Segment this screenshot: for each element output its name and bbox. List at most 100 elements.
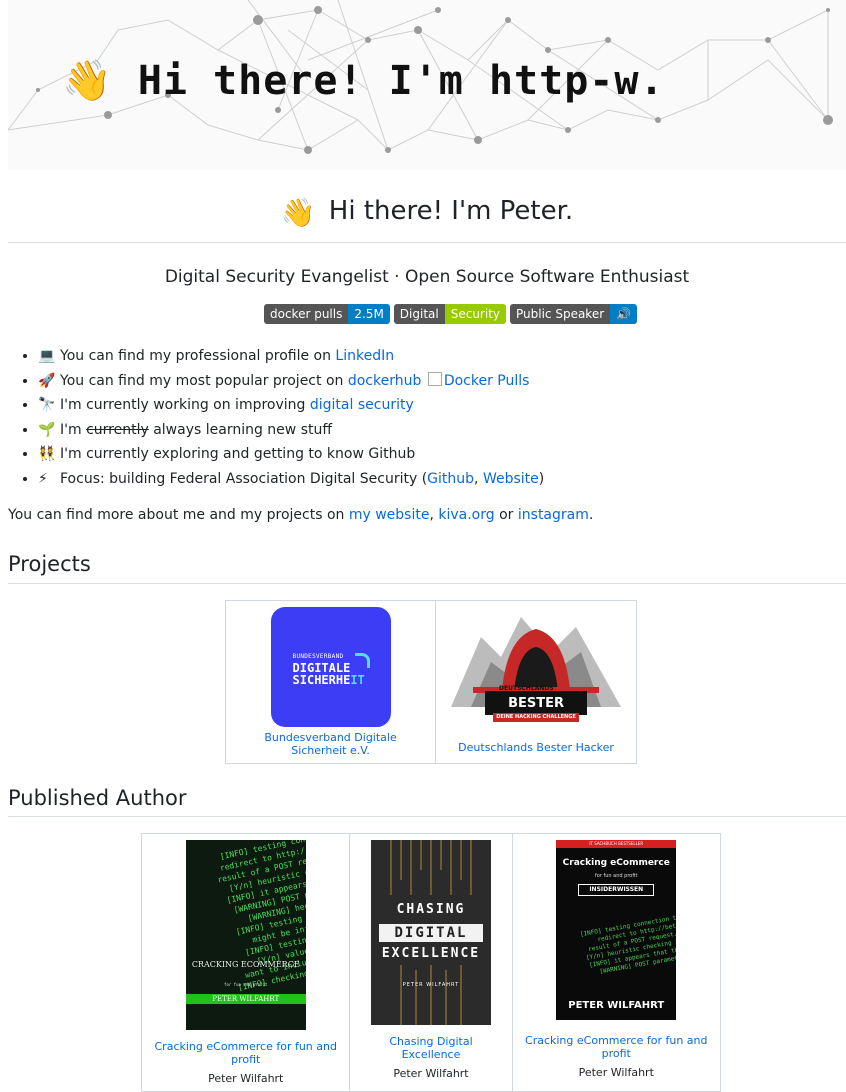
- separator: ,: [474, 470, 483, 487]
- public-speaker-badge[interactable]: Public Speaker 🔊: [510, 304, 638, 324]
- book-author: Peter Wilfahrt: [393, 1067, 469, 1080]
- book-author: Peter Wilfahrt: [578, 1066, 654, 1079]
- list-item-text: always learning new stuff: [148, 421, 332, 438]
- logo-text: BESTER HACKER: [485, 691, 588, 737]
- book-cell: IT SACHBUCH BESTSELLER Cracking eCommerc…: [511, 833, 721, 1092]
- book-author: Peter Wilfahrt: [208, 1072, 284, 1085]
- digital-security-badge[interactable]: Digital Security: [393, 304, 506, 324]
- logo-arc-icon: [354, 653, 370, 668]
- code-pattern: [INFO] testing connection to target redi…: [579, 913, 677, 976]
- linkedin-link[interactable]: LinkedIn: [335, 348, 394, 364]
- docker-pulls-image-link[interactable]: Docker Pulls: [426, 371, 530, 389]
- website-link[interactable]: Website: [483, 471, 539, 487]
- logo-text: BUNDESVERBAND: [292, 653, 344, 660]
- kiva-link[interactable]: kiva.org: [438, 507, 494, 523]
- book-caption: Chasing Digital Excellence: [389, 1035, 473, 1061]
- waving-hand-icon: 👋: [62, 58, 112, 104]
- badge-label: Public Speaker: [510, 304, 611, 324]
- cover-subtitle: for fun and profit: [224, 982, 268, 987]
- logo-text: DEINE HACKING CHALLENGE: [493, 713, 580, 722]
- logo-text-part: IT: [350, 673, 365, 687]
- cover-title: CHASING: [396, 902, 466, 917]
- broken-image-icon: [427, 371, 442, 386]
- image-alt-text: Docker Pulls: [443, 372, 530, 389]
- instagram-link[interactable]: instagram: [518, 507, 589, 523]
- about-list: 💻You can find my professional profile on…: [8, 344, 838, 491]
- book-caption: Cracking eCommerce for fun and profit: [525, 1034, 708, 1060]
- list-item-text: I'm currently exploring and getting to k…: [60, 446, 416, 462]
- book-cell: CHASING DIGITAL EXCELLENCE PETER WILFAHR…: [349, 833, 513, 1092]
- divider: [8, 242, 846, 243]
- typing-text: Hi there! I'm http-w.: [137, 58, 665, 104]
- project-caption: Deutschlands Bester Hacker: [458, 741, 614, 754]
- page-title-text: Hi there! I'm Peter.: [328, 196, 574, 226]
- cover-title: Cracking eCommerce: [562, 858, 670, 868]
- digital-security-link[interactable]: digital security: [310, 397, 414, 413]
- cover-title: CRACKING ECOMMERCE: [191, 960, 300, 969]
- cover-banner: IT SACHBUCH BESTSELLER: [556, 840, 677, 848]
- paragraph-text: You can find more about me and my projec…: [8, 507, 349, 523]
- waving-hand-icon: 👋: [280, 196, 316, 229]
- book-caption: Cracking eCommerce for fun and profit: [154, 1040, 337, 1066]
- bds-logo: BUNDESVERBAND DIGITALE SICHERHEIT: [270, 607, 391, 727]
- divider: [8, 583, 846, 584]
- more-info-paragraph: You can find more about me and my projec…: [8, 507, 593, 523]
- badge-value: 2.5M: [348, 304, 390, 324]
- cover-title: DIGITAL: [378, 924, 483, 942]
- book-cover: IT SACHBUCH BESTSELLER Cracking eCommerc…: [556, 840, 677, 1020]
- laptop-icon: 💻: [38, 348, 56, 364]
- book-cover: CHASING DIGITAL EXCELLENCE PETER WILFAHR…: [370, 840, 491, 1025]
- book-link-cracking-ecommerce[interactable]: [INFO] testing connection redirect to ht…: [154, 840, 337, 1066]
- book-link-chasing-digital-excellence[interactable]: CHASING DIGITAL EXCELLENCE PETER WILFAHR…: [362, 840, 499, 1061]
- book-cover: [INFO] testing connection redirect to ht…: [185, 840, 306, 1030]
- seedling-icon: 🌱: [38, 421, 56, 438]
- books-table: [INFO] testing connection redirect to ht…: [140, 833, 721, 1092]
- paragraph-text: or: [494, 507, 518, 523]
- telescope-icon: 🔭: [38, 397, 56, 413]
- projects-heading: Projects: [8, 552, 91, 576]
- tagline: Digital Security Evangelist · Open Sourc…: [164, 267, 690, 287]
- cover-tag: INSIDERWISSEN: [578, 884, 655, 896]
- cover-title: EXCELLENCE: [381, 946, 481, 961]
- speaker-icon: 🔊: [610, 304, 638, 324]
- bds-project-link[interactable]: BUNDESVERBAND DIGITALE SICHERHEIT Bundes…: [238, 607, 423, 757]
- cover-author: PETER WILFAHRT: [568, 1000, 665, 1011]
- project-caption: Bundesverband Digitale Sicherheit e.V.: [264, 731, 397, 757]
- badge-label: docker pulls: [264, 304, 349, 324]
- people-icon: 👯: [38, 446, 56, 462]
- projects-table: BUNDESVERBAND DIGITALE SICHERHEIT Bundes…: [224, 600, 637, 764]
- page-title: 👋 Hi there! I'm Peter.: [8, 196, 846, 229]
- badge-row: docker pulls 2.5M Digital Security Publi…: [264, 304, 638, 324]
- cover-subtitle: for fun and profit: [595, 873, 638, 879]
- lightning-icon: ⚡: [38, 470, 48, 487]
- project-cell: DEUTSCHLANDS BESTER HACKER DEINE HACKING…: [435, 600, 637, 764]
- project-cell: BUNDESVERBAND DIGITALE SICHERHEIT Bundes…: [224, 600, 437, 764]
- my-website-link[interactable]: my website: [349, 507, 430, 523]
- divider: [8, 816, 846, 817]
- docker-pulls-badge[interactable]: docker pulls 2.5M: [264, 304, 390, 324]
- struck-text: currently: [86, 421, 149, 438]
- header-banner: 👋 Hi there! I'm http-w.: [8, 0, 846, 170]
- logo-text-part: SICHERHE: [292, 673, 351, 687]
- github-link[interactable]: Github: [427, 471, 474, 487]
- paragraph-text: .: [588, 507, 594, 523]
- rocket-icon: 🚀: [38, 372, 56, 389]
- typing-headline: 👋 Hi there! I'm http-w.: [62, 56, 665, 106]
- list-item-text: I'm currently working on improving: [60, 397, 310, 413]
- code-pattern: [INFO] testing connection redirect to ht…: [216, 840, 306, 993]
- cover-author: PETER WILFAHRT: [185, 994, 306, 1004]
- list-item-text: You can find my most popular project on: [60, 372, 348, 389]
- list-item-text: ): [538, 470, 545, 487]
- author-heading: Published Author: [8, 786, 187, 810]
- list-item-text: Focus: building Federal Association Digi…: [60, 470, 428, 487]
- list-item-text: I'm: [60, 421, 87, 438]
- dbh-project-link[interactable]: DEUTSCHLANDS BESTER HACKER DEINE HACKING…: [448, 607, 624, 754]
- book-link-cracking-ecommerce-2[interactable]: IT SACHBUCH BESTSELLER Cracking eCommerc…: [525, 840, 709, 1060]
- book-cell: [INFO] testing connection redirect to ht…: [140, 833, 351, 1092]
- list-item-text: You can find my professional profile on: [60, 348, 336, 364]
- list-item: ⚡ Focus: building Federal Association Dig…: [38, 467, 838, 492]
- list-item: 🌱I'm currently always learning new stuff: [38, 418, 838, 443]
- badge-label: Digital: [393, 304, 445, 324]
- dockerhub-link[interactable]: dockerhub: [348, 373, 422, 389]
- logo-text: SICHERHEIT: [293, 673, 365, 687]
